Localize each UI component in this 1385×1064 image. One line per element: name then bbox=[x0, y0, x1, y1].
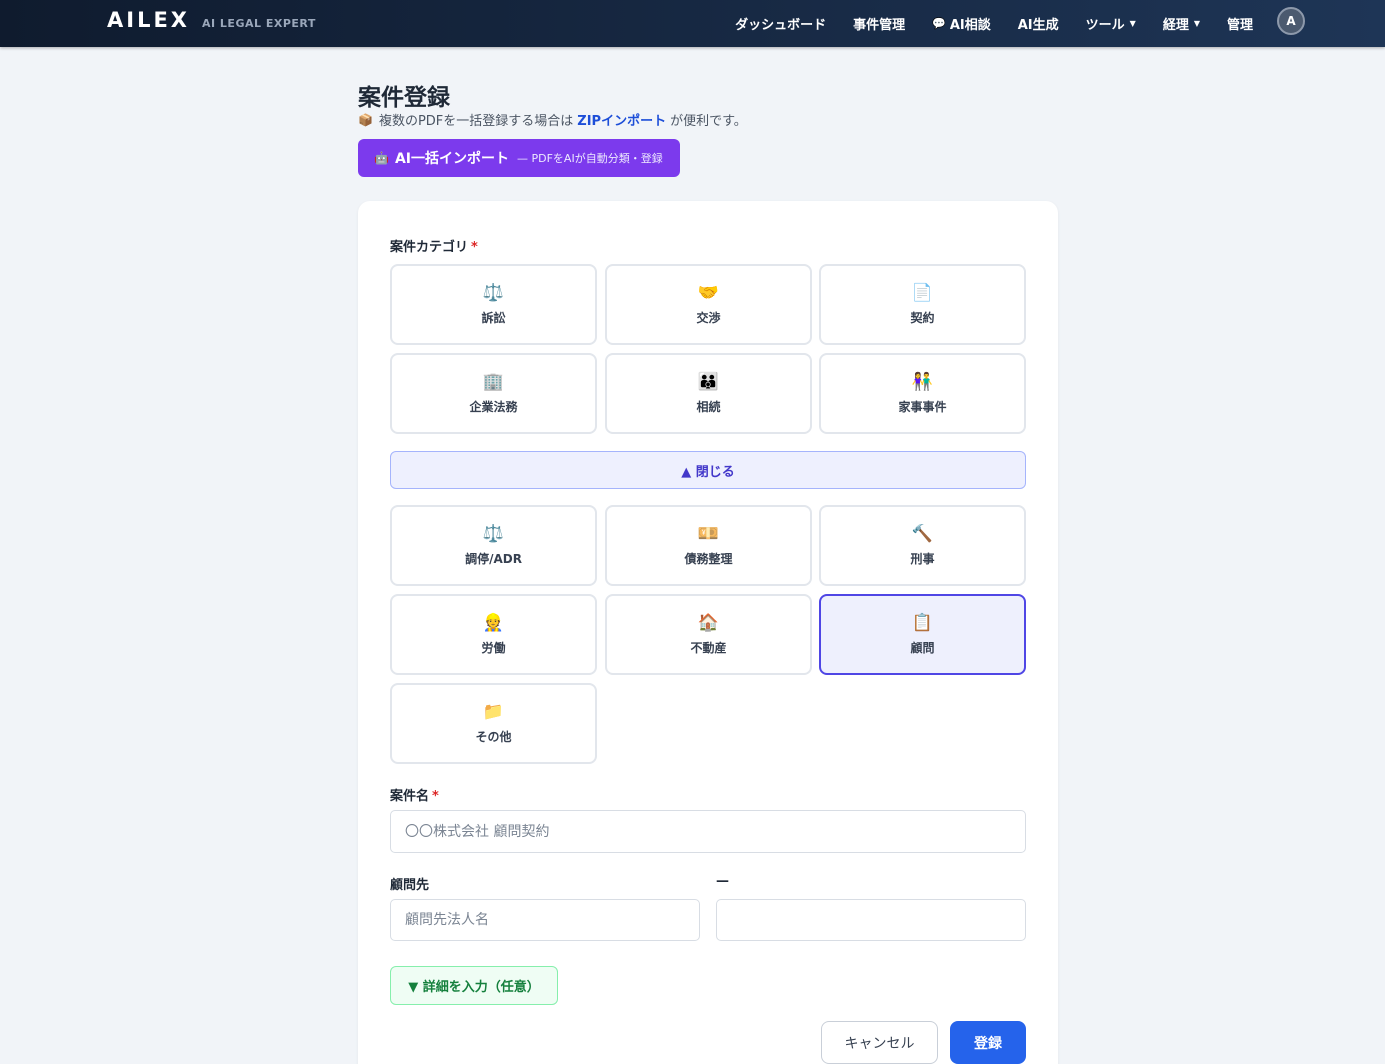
cancel-button[interactable]: キャンセル bbox=[821, 1021, 938, 1064]
category-label-text: 案件カテゴリ bbox=[390, 240, 469, 255]
category-tile-label: 調停/ADR bbox=[465, 552, 522, 566]
package-icon: 📦 bbox=[358, 112, 373, 127]
required-mark: * bbox=[432, 789, 439, 804]
folder-icon: 📁 bbox=[482, 702, 505, 722]
note-prefix: 複数のPDFを一括登録する場合は bbox=[378, 114, 574, 129]
required-mark: * bbox=[471, 240, 478, 255]
nav-label: ツール bbox=[1085, 18, 1125, 33]
speech-bubble-icon: 💬 bbox=[932, 17, 946, 30]
caret-down-icon: ▼ bbox=[1193, 19, 1200, 28]
secondary-field-label: — bbox=[716, 874, 729, 889]
brand[interactable]: AILEX AI LEGAL EXPERT bbox=[107, 8, 316, 32]
category-tile-contract[interactable]: 📄 契約 bbox=[819, 264, 1026, 345]
category-tile-label: 刑事 bbox=[910, 552, 935, 566]
top-navbar: AILEX AI LEGAL EXPERT ダッシュボード 事件管理 💬 AI相談… bbox=[0, 0, 1385, 47]
app-logo[interactable]: AILEX bbox=[107, 8, 190, 32]
nav-item-tools[interactable]: ツール ▼ bbox=[1086, 14, 1136, 33]
submit-button[interactable]: 登録 bbox=[950, 1021, 1026, 1064]
detail-toggle-button[interactable]: ▼ 詳細を入力（任意） bbox=[390, 966, 558, 1005]
secondary-input[interactable] bbox=[716, 899, 1026, 941]
worker-icon: 👷 bbox=[482, 613, 505, 633]
nav-item-ai-generate[interactable]: AI生成 bbox=[1018, 14, 1059, 33]
handshake-icon: 🤝 bbox=[697, 283, 720, 303]
category-tile-label: 交渉 bbox=[696, 311, 721, 325]
nav-links: ダッシュボード 事件管理 💬 AI相談 AI生成 ツール ▼ 経理 ▼ 管理 bbox=[708, 0, 1253, 47]
category-tile-litigation[interactable]: ⚖️ 訴訟 bbox=[390, 264, 597, 345]
user-avatar[interactable]: A bbox=[1277, 7, 1305, 35]
collapse-categories-button[interactable]: ▲ 閉じる bbox=[390, 451, 1026, 489]
case-name-label: 案件名 * bbox=[390, 785, 439, 804]
caret-down-icon: ▼ bbox=[1129, 19, 1136, 28]
robot-icon: 🤖 bbox=[374, 151, 389, 165]
nav-item-admin[interactable]: 管理 bbox=[1227, 14, 1253, 33]
category-tile-mediation[interactable]: ⚖️ 調停/ADR bbox=[390, 505, 597, 586]
category-tile-family[interactable]: 👫 家事事件 bbox=[819, 353, 1026, 434]
ai-bulk-import-button[interactable]: 🤖 AI一括インポート — PDFをAIが自動分類・登録 bbox=[358, 139, 680, 177]
client-input[interactable] bbox=[390, 899, 700, 941]
category-tile-label: 訴訟 bbox=[481, 311, 506, 325]
note-suffix: が便利です。 bbox=[670, 114, 747, 129]
house-icon: 🏠 bbox=[697, 613, 720, 633]
category-tile-real-estate[interactable]: 🏠 不動産 bbox=[605, 594, 812, 675]
money-icon: 💴 bbox=[697, 524, 720, 544]
category-tile-inheritance[interactable]: 👪 相続 bbox=[605, 353, 812, 434]
ai-import-label: AI一括インポート bbox=[394, 151, 509, 167]
nav-label: ダッシュボード bbox=[735, 18, 827, 33]
category-tile-label: 相続 bbox=[696, 400, 721, 414]
nav-label: 経理 bbox=[1162, 18, 1189, 33]
category-tile-negotiation[interactable]: 🤝 交渉 bbox=[605, 264, 812, 345]
category-label: 案件カテゴリ * bbox=[390, 236, 478, 255]
category-tile-label: 債務整理 bbox=[684, 552, 733, 566]
category-tile-label: 契約 bbox=[910, 311, 935, 325]
couple-icon: 👫 bbox=[911, 372, 934, 392]
nav-label: AI相談 bbox=[949, 18, 991, 33]
scales-icon: ⚖️ bbox=[482, 524, 505, 544]
nav-label: 管理 bbox=[1226, 18, 1253, 33]
client-label: 顧問先 bbox=[390, 878, 430, 893]
nav-item-ai-consult[interactable]: 💬 AI相談 bbox=[932, 14, 991, 33]
category-tile-other[interactable]: 📁 その他 bbox=[390, 683, 597, 764]
category-tile-advisory[interactable]: 📋 顧問 bbox=[819, 594, 1026, 675]
zip-import-link[interactable]: ZIPインポート bbox=[577, 110, 666, 129]
family-icon: 👪 bbox=[697, 372, 720, 392]
nav-label: 事件管理 bbox=[853, 18, 906, 33]
scales-icon: ⚖️ bbox=[482, 283, 505, 303]
app-tagline: AI LEGAL EXPERT bbox=[201, 17, 316, 30]
office-building-icon: 🏢 bbox=[482, 372, 505, 392]
case-name-label-text: 案件名 bbox=[390, 789, 430, 804]
category-tile-criminal[interactable]: 🔨 刑事 bbox=[819, 505, 1026, 586]
page-title: 案件登録 bbox=[358, 85, 450, 111]
category-tile-label: その他 bbox=[475, 730, 512, 744]
category-tile-labor[interactable]: 👷 労働 bbox=[390, 594, 597, 675]
category-tile-label: 労働 bbox=[481, 641, 506, 655]
document-icon: 📄 bbox=[911, 283, 934, 303]
case-name-input[interactable] bbox=[390, 810, 1026, 853]
clipboard-icon: 📋 bbox=[911, 613, 934, 633]
category-tile-debt[interactable]: 💴 債務整理 bbox=[605, 505, 812, 586]
nav-label: AI生成 bbox=[1017, 18, 1059, 33]
nav-item-case-management[interactable]: 事件管理 bbox=[853, 14, 905, 33]
ai-import-subtext: — PDFをAIが自動分類・登録 bbox=[517, 152, 663, 165]
category-tile-label: 企業法務 bbox=[469, 400, 518, 414]
category-tile-label: 家事事件 bbox=[898, 400, 947, 414]
category-tile-label: 不動産 bbox=[690, 641, 727, 655]
category-tile-corporate[interactable]: 🏢 企業法務 bbox=[390, 353, 597, 434]
nav-item-accounting[interactable]: 経理 ▼ bbox=[1163, 14, 1200, 33]
hammer-icon: 🔨 bbox=[911, 524, 934, 544]
category-tile-label: 顧問 bbox=[910, 641, 935, 655]
nav-item-dashboard[interactable]: ダッシュボード bbox=[735, 14, 826, 33]
zip-import-note: 📦 複数のPDFを一括登録する場合は ZIPインポート が便利です。 bbox=[358, 110, 747, 130]
